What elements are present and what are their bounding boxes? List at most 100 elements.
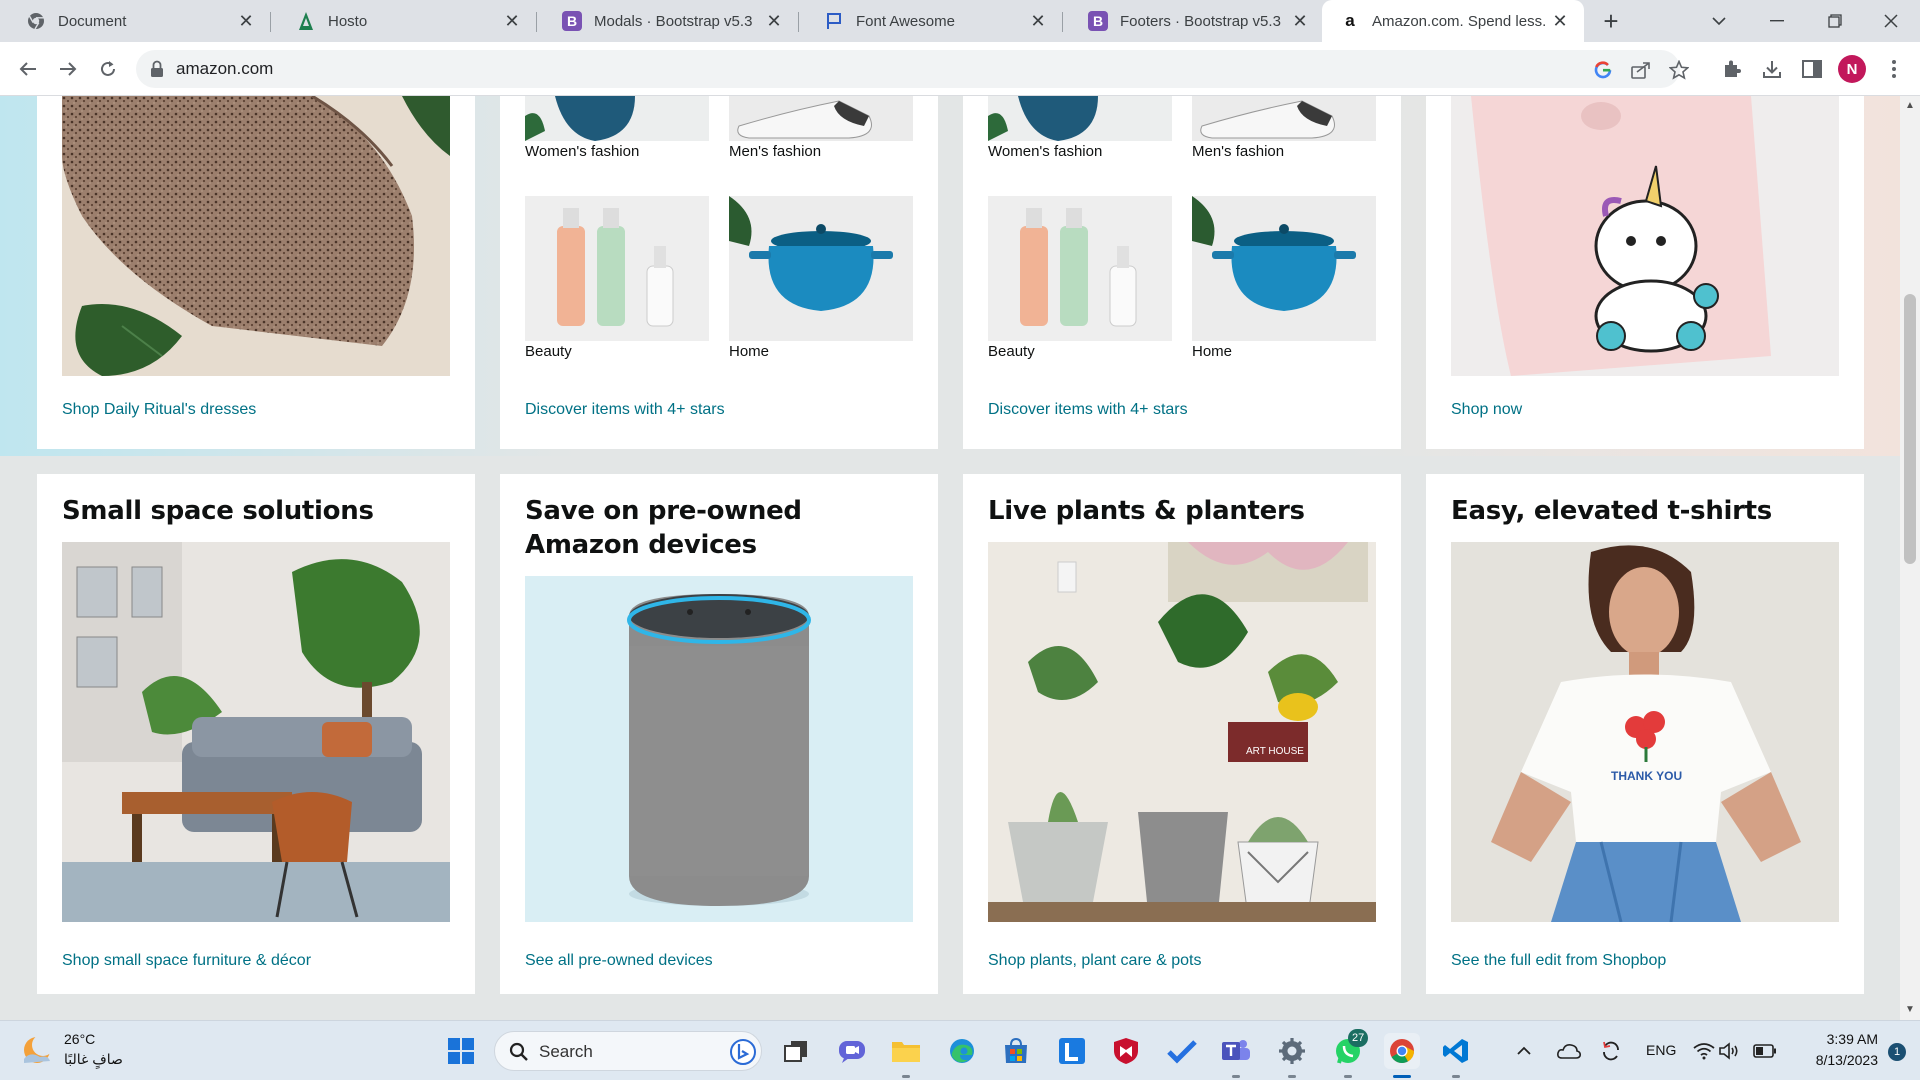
taskbar-search[interactable]: Search: [494, 1031, 762, 1071]
extensions-icon[interactable]: [1718, 55, 1746, 83]
clock-time[interactable]: 3:39 AM: [1808, 1031, 1878, 1047]
address-bar[interactable]: amazon.com: [136, 50, 1689, 88]
microsoft-store-icon[interactable]: [998, 1033, 1034, 1069]
task-view-icon[interactable]: [778, 1033, 814, 1069]
wifi-icon[interactable]: [1692, 1033, 1716, 1069]
lock-icon[interactable]: [150, 60, 164, 83]
tab-font-awesome[interactable]: Font Awesome ✕: [798, 0, 1062, 42]
minimize-button[interactable]: [1752, 0, 1802, 42]
download-icon[interactable]: [1758, 55, 1786, 83]
settings-gear-icon[interactable]: [1274, 1033, 1310, 1069]
tab-search-chevron-icon[interactable]: [1694, 0, 1744, 42]
google-translate-icon[interactable]: [1592, 59, 1614, 81]
windows-start-icon[interactable]: [443, 1033, 479, 1069]
amazon-page: Shop Daily Ritual's dresses Women's fash…: [0, 96, 1920, 1020]
windows-taskbar: 26°C صافٍ غالبًا Search 27 ENG 3:39 AM 8…: [0, 1020, 1920, 1080]
tab-document[interactable]: Document ✕: [0, 0, 270, 42]
scroll-down-icon[interactable]: ▼: [1904, 1004, 1916, 1016]
notification-badge[interactable]: 1: [1888, 1043, 1906, 1061]
home-image[interactable]: [1192, 196, 1376, 341]
page-scrollbar[interactable]: ▲ ▼: [1900, 96, 1920, 1020]
tab-bootstrap-footers[interactable]: B Footers · Bootstrap v5.3 ✕: [1062, 0, 1324, 42]
search-placeholder: Search: [539, 1042, 593, 1061]
womens-fashion-label: Women's fashion: [525, 143, 640, 160]
chrome-icon: [26, 11, 46, 31]
womens-fashion-image[interactable]: [525, 96, 709, 141]
mens-fashion-image[interactable]: [729, 96, 913, 141]
womens-fashion-image[interactable]: [988, 96, 1172, 141]
sync-icon[interactable]: [1598, 1033, 1624, 1069]
edge-icon[interactable]: [944, 1033, 980, 1069]
dress-image[interactable]: [62, 96, 450, 376]
card-tshirts: Easy, elevated t-shirts THANK YOU See th…: [1426, 474, 1864, 994]
living-room-image[interactable]: [62, 542, 450, 922]
close-icon[interactable]: ✕: [502, 11, 522, 31]
shop-now-link[interactable]: Shop now: [1451, 401, 1522, 419]
discover-stars-link[interactable]: Discover items with 4+ stars: [988, 401, 1188, 419]
mens-fashion-image[interactable]: [1192, 96, 1376, 141]
close-icon[interactable]: ✕: [1290, 11, 1310, 31]
forward-button[interactable]: [52, 53, 84, 85]
shop-small-space-link[interactable]: Shop small space furniture & décor: [62, 952, 311, 970]
back-button[interactable]: [12, 53, 44, 85]
reload-button[interactable]: [92, 53, 124, 85]
tab-amazon[interactable]: a Amazon.com. Spend less. S ✕: [1322, 0, 1584, 42]
card-title: Live plants & planters: [988, 496, 1305, 526]
more-menu-icon[interactable]: [1880, 55, 1908, 83]
bootstrap-icon: B: [1088, 11, 1108, 31]
chrome-taskbar-icon[interactable]: [1384, 1033, 1420, 1069]
echo-device-image[interactable]: [525, 576, 913, 922]
phone-case-image[interactable]: [1451, 96, 1839, 376]
browser-toolbar: amazon.com N: [0, 42, 1920, 96]
shop-daily-ritual-link[interactable]: Shop Daily Ritual's dresses: [62, 401, 256, 419]
chevron-up-icon[interactable]: [1512, 1033, 1536, 1069]
tab-title: Modals · Bootstrap v5.3: [594, 12, 753, 30]
close-icon[interactable]: ✕: [1028, 11, 1048, 31]
womens-fashion-label: Women's fashion: [988, 143, 1103, 160]
card-live-plants: Live plants & planters ART HOUSE Shop pl…: [963, 474, 1401, 994]
close-window-button[interactable]: [1866, 0, 1916, 42]
scroll-thumb[interactable]: [1904, 294, 1916, 564]
url-text: amazon.com: [176, 59, 274, 78]
new-tab-button[interactable]: +: [1596, 6, 1626, 36]
linkedin-learning-icon[interactable]: [1054, 1033, 1090, 1069]
see-pre-owned-link[interactable]: See all pre-owned devices: [525, 952, 713, 970]
shop-plants-link[interactable]: Shop plants, plant care & pots: [988, 952, 1201, 970]
bootstrap-icon: B: [562, 11, 582, 31]
mcafee-icon[interactable]: [1108, 1033, 1144, 1069]
side-panel-icon[interactable]: [1798, 55, 1826, 83]
amazon-icon: a: [1345, 11, 1355, 30]
discover-stars-link[interactable]: Discover items with 4+ stars: [525, 401, 725, 419]
onedrive-cloud-icon[interactable]: [1556, 1033, 1582, 1069]
teams-icon[interactable]: [1218, 1033, 1254, 1069]
beauty-image[interactable]: [988, 196, 1172, 341]
clock-date[interactable]: 8/13/2023: [1796, 1052, 1878, 1068]
beauty-image[interactable]: [525, 196, 709, 341]
file-explorer-icon[interactable]: [888, 1033, 924, 1069]
close-icon[interactable]: ✕: [764, 11, 784, 31]
scroll-up-icon[interactable]: ▲: [1904, 100, 1916, 112]
teams-chat-icon[interactable]: [834, 1033, 870, 1069]
close-icon[interactable]: ✕: [1550, 11, 1570, 31]
todo-check-icon[interactable]: [1164, 1033, 1200, 1069]
shopbop-link[interactable]: See the full edit from Shopbop: [1451, 952, 1666, 970]
tshirt-model-image[interactable]: THANK YOU: [1451, 542, 1839, 922]
battery-icon[interactable]: [1752, 1033, 1778, 1069]
card-discover-stars-2: Women's fashion Men's fashion Beauty Hom…: [963, 96, 1401, 449]
mens-fashion-label: Men's fashion: [729, 143, 822, 160]
tab-hosto[interactable]: Hosto ✕: [270, 0, 536, 42]
close-icon[interactable]: ✕: [236, 11, 256, 31]
language-indicator[interactable]: ENG: [1646, 1042, 1676, 1058]
weather-temp: 26°C: [64, 1031, 96, 1047]
tab-bootstrap-modals[interactable]: B Modals · Bootstrap v5.3 ✕: [536, 0, 798, 42]
share-icon[interactable]: [1630, 59, 1652, 81]
plants-image[interactable]: ART HOUSE: [988, 542, 1376, 922]
restore-button[interactable]: [1810, 0, 1860, 42]
volume-icon[interactable]: [1718, 1033, 1742, 1069]
active-indicator: [1393, 1075, 1411, 1078]
bookmark-star-icon[interactable]: [1668, 59, 1690, 81]
profile-avatar[interactable]: N: [1838, 55, 1866, 83]
vscode-icon[interactable]: [1438, 1033, 1474, 1069]
bing-icon[interactable]: [729, 1038, 757, 1071]
home-image[interactable]: [729, 196, 913, 341]
